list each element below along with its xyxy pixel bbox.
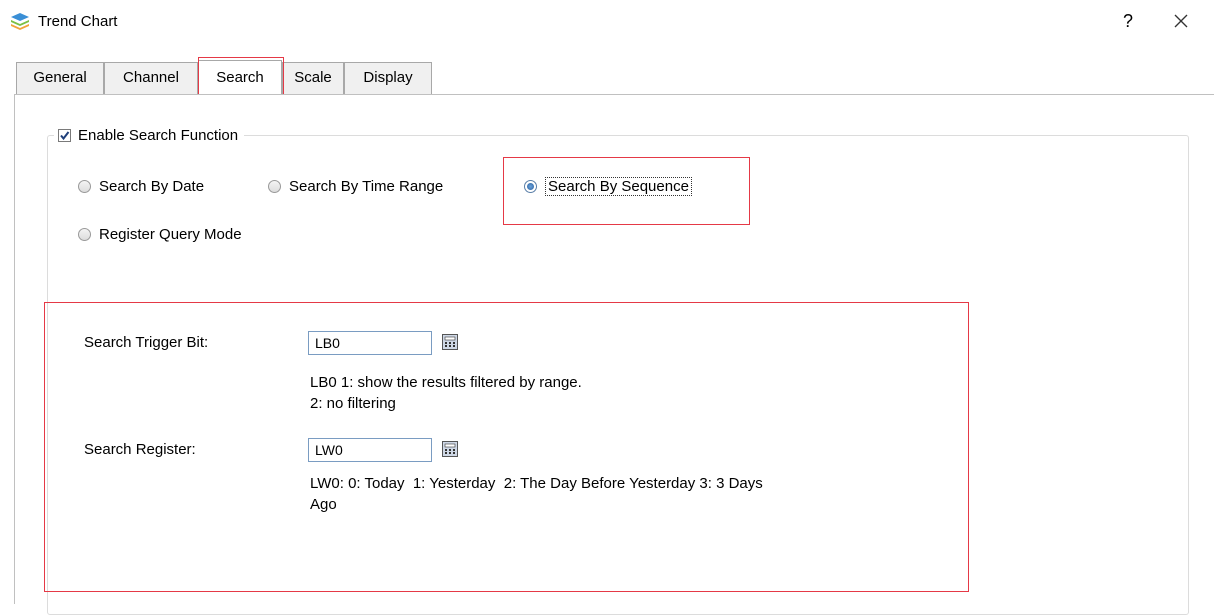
radio-search-by-time-range[interactable]: Search By Time Range <box>268 175 443 197</box>
title-bar: Trend Chart ? <box>0 0 1214 44</box>
trigger-bit-label: Search Trigger Bit: <box>84 334 209 351</box>
trigger-hint-line: 2: no filtering <box>310 395 396 412</box>
radio-button[interactable] <box>78 227 91 241</box>
register-hint-line: LW0: 0: Today 1: Yesterday 2: The Day Be… <box>310 475 763 492</box>
help-button[interactable]: ? <box>1118 11 1138 32</box>
search-register-hint: LW0: 0: Today 1: Yesterday 2: The Day Be… <box>310 473 763 515</box>
search-register-label: Search Register: <box>84 441 196 458</box>
radio-button[interactable] <box>268 179 281 193</box>
trigger-hint-line: LB0 1: show the results filtered by rang… <box>310 374 582 391</box>
sequence-option-highlight <box>503 157 750 225</box>
tab-scale[interactable]: Scale <box>282 62 344 94</box>
radio-search-by-date[interactable]: Search By Date <box>78 175 204 197</box>
trend-chart-app-icon <box>10 12 30 30</box>
search-register-input[interactable] <box>308 438 432 462</box>
window-title: Trend Chart <box>38 13 118 30</box>
trigger-bit-hint: LB0 1: show the results filtered by rang… <box>310 372 582 414</box>
calculator-icon[interactable] <box>442 441 458 457</box>
radio-label: Search By Date <box>99 177 205 195</box>
tab-general[interactable]: General <box>16 62 104 94</box>
tab-channel[interactable]: Channel <box>104 62 198 94</box>
radio-label: Search By Time Range <box>289 177 444 195</box>
radio-label: Register Query Mode <box>99 225 242 243</box>
tab-display[interactable]: Display <box>344 62 432 94</box>
trigger-bit-input[interactable] <box>308 331 432 355</box>
close-icon[interactable] <box>1168 8 1194 34</box>
register-hint-line: Ago <box>310 496 337 513</box>
radio-button[interactable] <box>78 179 91 193</box>
enable-search-checkbox[interactable] <box>58 128 71 142</box>
radio-register-query-mode[interactable]: Register Query Mode <box>78 223 242 245</box>
calculator-icon[interactable] <box>442 334 458 350</box>
enable-search-option[interactable]: Enable Search Function <box>54 123 245 147</box>
enable-search-label: Enable Search Function <box>78 126 239 144</box>
